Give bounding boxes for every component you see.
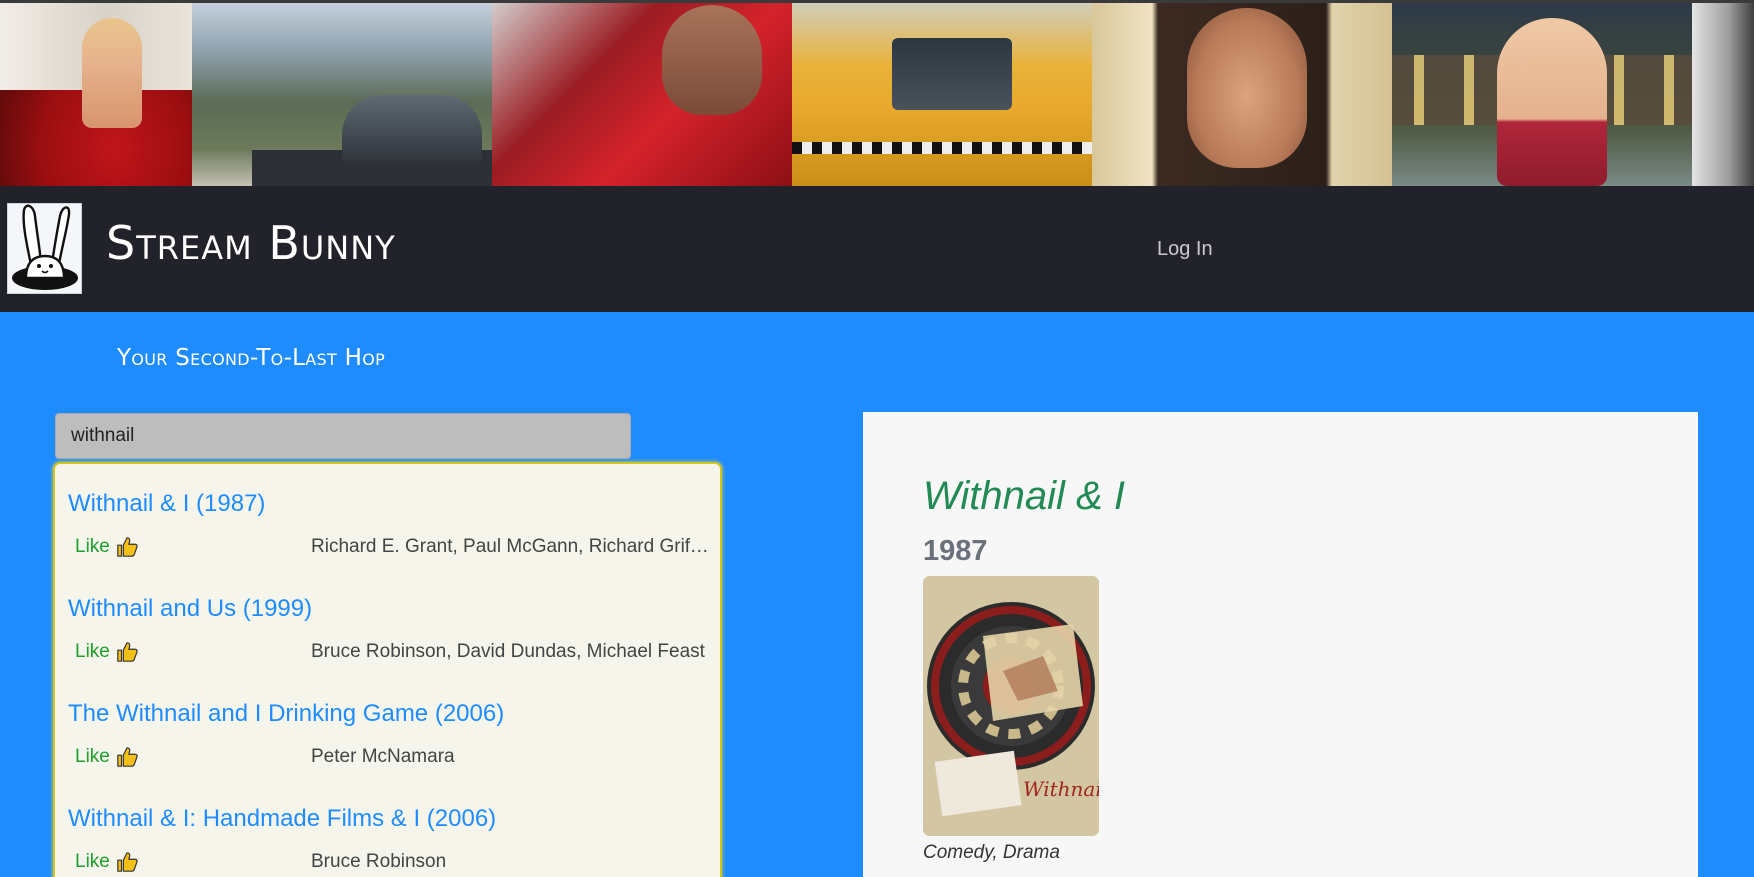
banner-top-border bbox=[0, 0, 1754, 3]
result-cast: Peter McNamara bbox=[311, 746, 455, 767]
search-results-dropdown: Withnail & I (1987) Like Richard E. Gran… bbox=[53, 462, 722, 877]
thumbs-up-icon bbox=[117, 852, 138, 872]
banner-strip bbox=[0, 0, 1754, 186]
like-button[interactable]: Like bbox=[75, 641, 138, 663]
thumbs-up-icon bbox=[117, 642, 138, 662]
bunny-logo-icon[interactable] bbox=[7, 203, 82, 294]
banner-still-6 bbox=[1392, 0, 1692, 186]
like-label: Like bbox=[75, 746, 110, 767]
like-button[interactable]: Like bbox=[75, 536, 138, 558]
tagline: Your Second-To-Last Hop bbox=[117, 345, 386, 371]
banner-still-1 bbox=[0, 0, 192, 186]
result-cast: Richard E. Grant, Paul McGann, Richard G… bbox=[311, 536, 709, 557]
like-button[interactable]: Like bbox=[75, 851, 138, 873]
like-label: Like bbox=[75, 641, 110, 662]
banner-still-7 bbox=[1692, 0, 1754, 186]
navbar: Stream Bunny Log In bbox=[0, 186, 1754, 312]
movie-detail-panel: Withnail & I 1987 Withnail Comedy, Drama bbox=[863, 412, 1698, 877]
thumbs-up-icon bbox=[117, 747, 138, 767]
like-button[interactable]: Like bbox=[75, 746, 138, 768]
movie-poster-image: Withnail bbox=[923, 576, 1099, 836]
result-title[interactable]: Withnail & I (1987) bbox=[68, 490, 265, 518]
detail-genres: Comedy, Drama bbox=[923, 842, 1060, 863]
detail-title: Withnail & I bbox=[923, 474, 1125, 518]
result-item[interactable]: Withnail & I: Handmade Films & I (2006) … bbox=[55, 779, 720, 877]
result-item[interactable]: Withnail & I (1987) Like Richard E. Gran… bbox=[55, 464, 720, 569]
poster-signature-lettering: Withnail bbox=[1023, 777, 1099, 801]
result-title[interactable]: Withnail and Us (1999) bbox=[68, 595, 312, 623]
thumbs-up-icon bbox=[117, 537, 138, 557]
banner-still-4 bbox=[792, 0, 1092, 186]
login-link[interactable]: Log In bbox=[1157, 238, 1213, 261]
result-cast: Bruce Robinson, David Dundas, Michael Fe… bbox=[311, 641, 705, 662]
bunny-logo-svg bbox=[12, 204, 78, 290]
result-cast: Bruce Robinson bbox=[311, 851, 447, 872]
site-title[interactable]: Stream Bunny bbox=[106, 216, 396, 270]
like-label: Like bbox=[75, 851, 110, 872]
banner-still-3 bbox=[492, 0, 792, 186]
poster-art: Withnail bbox=[923, 576, 1099, 836]
result-title[interactable]: The Withnail and I Drinking Game (2006) bbox=[68, 700, 504, 728]
banner-still-2 bbox=[192, 0, 492, 186]
search-input[interactable] bbox=[55, 413, 631, 459]
like-label: Like bbox=[75, 536, 110, 557]
result-title[interactable]: Withnail & I: Handmade Films & I (2006) bbox=[68, 805, 496, 833]
result-item[interactable]: Withnail and Us (1999) Like Bruce Robins… bbox=[55, 569, 720, 674]
detail-year: 1987 bbox=[923, 535, 988, 567]
banner-still-5 bbox=[1092, 0, 1392, 186]
result-item[interactable]: The Withnail and I Drinking Game (2006) … bbox=[55, 674, 720, 779]
